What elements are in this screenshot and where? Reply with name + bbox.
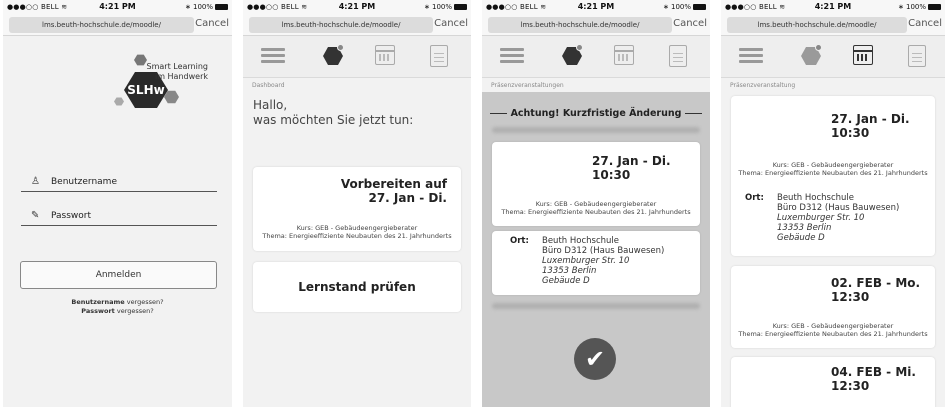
browser-bar: lms.beuth-hochschule.de/moodle/ Cancel xyxy=(3,14,232,36)
url-field[interactable]: lms.beuth-hochschule.de/moodle/ xyxy=(488,17,672,33)
calendar-icon xyxy=(853,45,873,65)
event-datetime: 04. FEB - Mi. 12:30 xyxy=(831,365,916,393)
tab-calendar[interactable] xyxy=(373,45,397,67)
event-datetime: 02. FEB - Mo. 12:30 xyxy=(831,276,921,304)
tab-dashboard[interactable] xyxy=(321,44,345,67)
cancel-button[interactable]: Cancel xyxy=(673,18,707,29)
list-icon xyxy=(430,45,448,67)
breadcrumb: Dashboard xyxy=(252,82,285,89)
menu-icon[interactable] xyxy=(261,45,285,67)
status-bar: ●●●○○ BELL ≋ 4:21 PM ∗ 100% xyxy=(721,0,945,14)
forgot-username-link[interactable]: Benutzername vergessen? xyxy=(3,298,232,306)
prepare-title: Vorbereiten auf 27. Jan - Di. xyxy=(340,177,447,205)
tab-bar xyxy=(721,36,945,78)
browser-bar: lms.beuth-hochschule.de/moodle/ Cancel xyxy=(721,14,945,36)
tab-bar xyxy=(243,36,471,78)
bluetooth-icon: ∗ xyxy=(898,3,904,11)
course-info: Kurs: GEB - Gebäudeengergieberater Thema… xyxy=(738,161,928,177)
events-screen: ●●●○○ BELL ≋ 4:21 PM ∗ 100% lms.beuth-hoc… xyxy=(721,0,945,407)
confirm-check-button[interactable]: ✔ xyxy=(574,338,616,380)
list-icon xyxy=(669,45,687,67)
notification-badge xyxy=(815,44,822,51)
breadcrumb: Präsenzveranstaltung xyxy=(730,82,796,89)
tab-calendar[interactable] xyxy=(851,45,875,67)
username-field[interactable]: ♙ Benutzername xyxy=(21,174,217,192)
blurred-text xyxy=(492,303,700,309)
status-bar: ●●●○○ BELL ≋ 4:21 PM ∗ 100% xyxy=(3,0,232,14)
calendar-icon xyxy=(375,45,395,65)
course-info: Kurs: GEB - Gebäudeengergieberater Thema… xyxy=(501,200,691,216)
tab-dashboard[interactable] xyxy=(799,44,823,67)
menu-icon[interactable] xyxy=(500,45,524,67)
blurred-text xyxy=(492,127,700,133)
username-placeholder: Benutzername xyxy=(51,177,117,187)
logo-hexagon xyxy=(134,54,147,66)
cancel-button[interactable]: Cancel xyxy=(908,18,942,29)
browser-bar: lms.beuth-hochschule.de/moodle/ Cancel xyxy=(482,14,710,36)
browser-bar: lms.beuth-hochschule.de/moodle/ Cancel xyxy=(243,14,471,36)
tab-tasks[interactable] xyxy=(666,45,690,67)
event-card[interactable]: 02. FEB - Mo. 12:30 Kurs: GEB - Gebäudee… xyxy=(731,266,935,348)
location-label: Ort: xyxy=(745,193,764,203)
greeting: Hallo, was möchten Sie jetzt tun: xyxy=(253,98,414,127)
event-card[interactable]: 27. Jan - Di. 10:30 Kurs: GEB - Gebäudee… xyxy=(492,142,700,226)
dashboard-screen: ●●●○○ BELL ≋ 4:21 PM ∗ 100% lms.beuth-hoc… xyxy=(243,0,471,407)
bluetooth-icon: ∗ xyxy=(185,3,191,11)
location-label: Ort: xyxy=(510,236,529,246)
breadcrumb: Präsenzveranstaltungen xyxy=(491,82,564,89)
bluetooth-icon: ∗ xyxy=(424,3,430,11)
password-field[interactable]: ✎ Passwort xyxy=(21,208,217,226)
url-field[interactable]: lms.beuth-hochschule.de/moodle/ xyxy=(727,17,907,33)
alert-screen: ●●●○○ BELL ≋ 4:21 PM ∗ 100% lms.beuth-hoc… xyxy=(482,0,710,407)
change-warning: Achtung! Kurzfristige Änderung xyxy=(490,108,702,119)
location-info: Ort: Beuth Hochschule Büro D312 (Haus Ba… xyxy=(510,236,665,286)
tab-tasks[interactable] xyxy=(905,45,929,67)
app-tagline: Smart Learning im Handwerk xyxy=(146,62,208,81)
login-button[interactable]: Anmelden xyxy=(20,261,217,289)
event-card[interactable]: 04. FEB - Mi. 12:30 xyxy=(731,357,935,407)
calendar-icon xyxy=(614,45,634,65)
battery-icon xyxy=(215,4,228,10)
tab-dashboard[interactable] xyxy=(560,44,584,67)
list-icon xyxy=(908,45,926,67)
url-field[interactable]: lms.beuth-hochschule.de/moodle/ xyxy=(9,17,194,33)
menu-icon[interactable] xyxy=(739,45,763,67)
event-datetime: 27. Jan - Di. 10:30 xyxy=(831,112,910,140)
event-card[interactable]: 27. Jan - Di. 10:30 Kurs: GEB - Gebäudee… xyxy=(731,96,935,256)
battery-indicator: ∗ 100% xyxy=(424,3,467,11)
battery-indicator: ∗ 100% xyxy=(185,3,228,11)
notification-badge xyxy=(576,44,583,51)
login-screen: ●●●○○ BELL ≋ 4:21 PM ∗ 100% lms.beuth-hoc… xyxy=(3,0,232,407)
status-bar: ●●●○○ BELL ≋ 4:21 PM ∗ 100% xyxy=(482,0,710,14)
course-info: Kurs: GEB - Gebäudeengergieberater Thema… xyxy=(262,224,452,240)
password-placeholder: Passwort xyxy=(51,211,92,221)
prepare-card[interactable]: Vorbereiten auf 27. Jan - Di. Kurs: GEB … xyxy=(253,167,461,251)
forgot-password-link[interactable]: Passwort vergessen? xyxy=(3,307,232,315)
location-info: Ort: Beuth Hochschule Büro D312 (Haus Ba… xyxy=(745,193,900,243)
status-bar: ●●●○○ BELL ≋ 4:21 PM ∗ 100% xyxy=(243,0,471,14)
tab-calendar[interactable] xyxy=(612,45,636,67)
battery-icon xyxy=(693,4,706,10)
pencil-icon: ✎ xyxy=(31,210,40,221)
battery-indicator: ∗ 100% xyxy=(663,3,706,11)
battery-icon xyxy=(928,4,941,10)
notification-badge xyxy=(337,44,344,51)
logo-hexagon xyxy=(114,97,124,106)
cancel-button[interactable]: Cancel xyxy=(434,18,468,29)
tab-tasks[interactable] xyxy=(427,45,451,67)
progress-card[interactable]: Lernstand prüfen xyxy=(253,262,461,312)
cancel-button[interactable]: Cancel xyxy=(195,18,229,29)
location-card: Ort: Beuth Hochschule Büro D312 (Haus Ba… xyxy=(492,231,700,295)
progress-title: Lernstand prüfen xyxy=(298,280,416,294)
course-info: Kurs: GEB - Gebäudeengergieberater Thema… xyxy=(738,322,928,338)
user-icon: ♙ xyxy=(31,176,40,187)
battery-icon xyxy=(454,4,467,10)
event-datetime: 27. Jan - Di. 10:30 xyxy=(592,154,671,182)
battery-indicator: ∗ 100% xyxy=(898,3,941,11)
bluetooth-icon: ∗ xyxy=(663,3,669,11)
tab-bar xyxy=(482,36,710,78)
url-field[interactable]: lms.beuth-hochschule.de/moodle/ xyxy=(249,17,433,33)
